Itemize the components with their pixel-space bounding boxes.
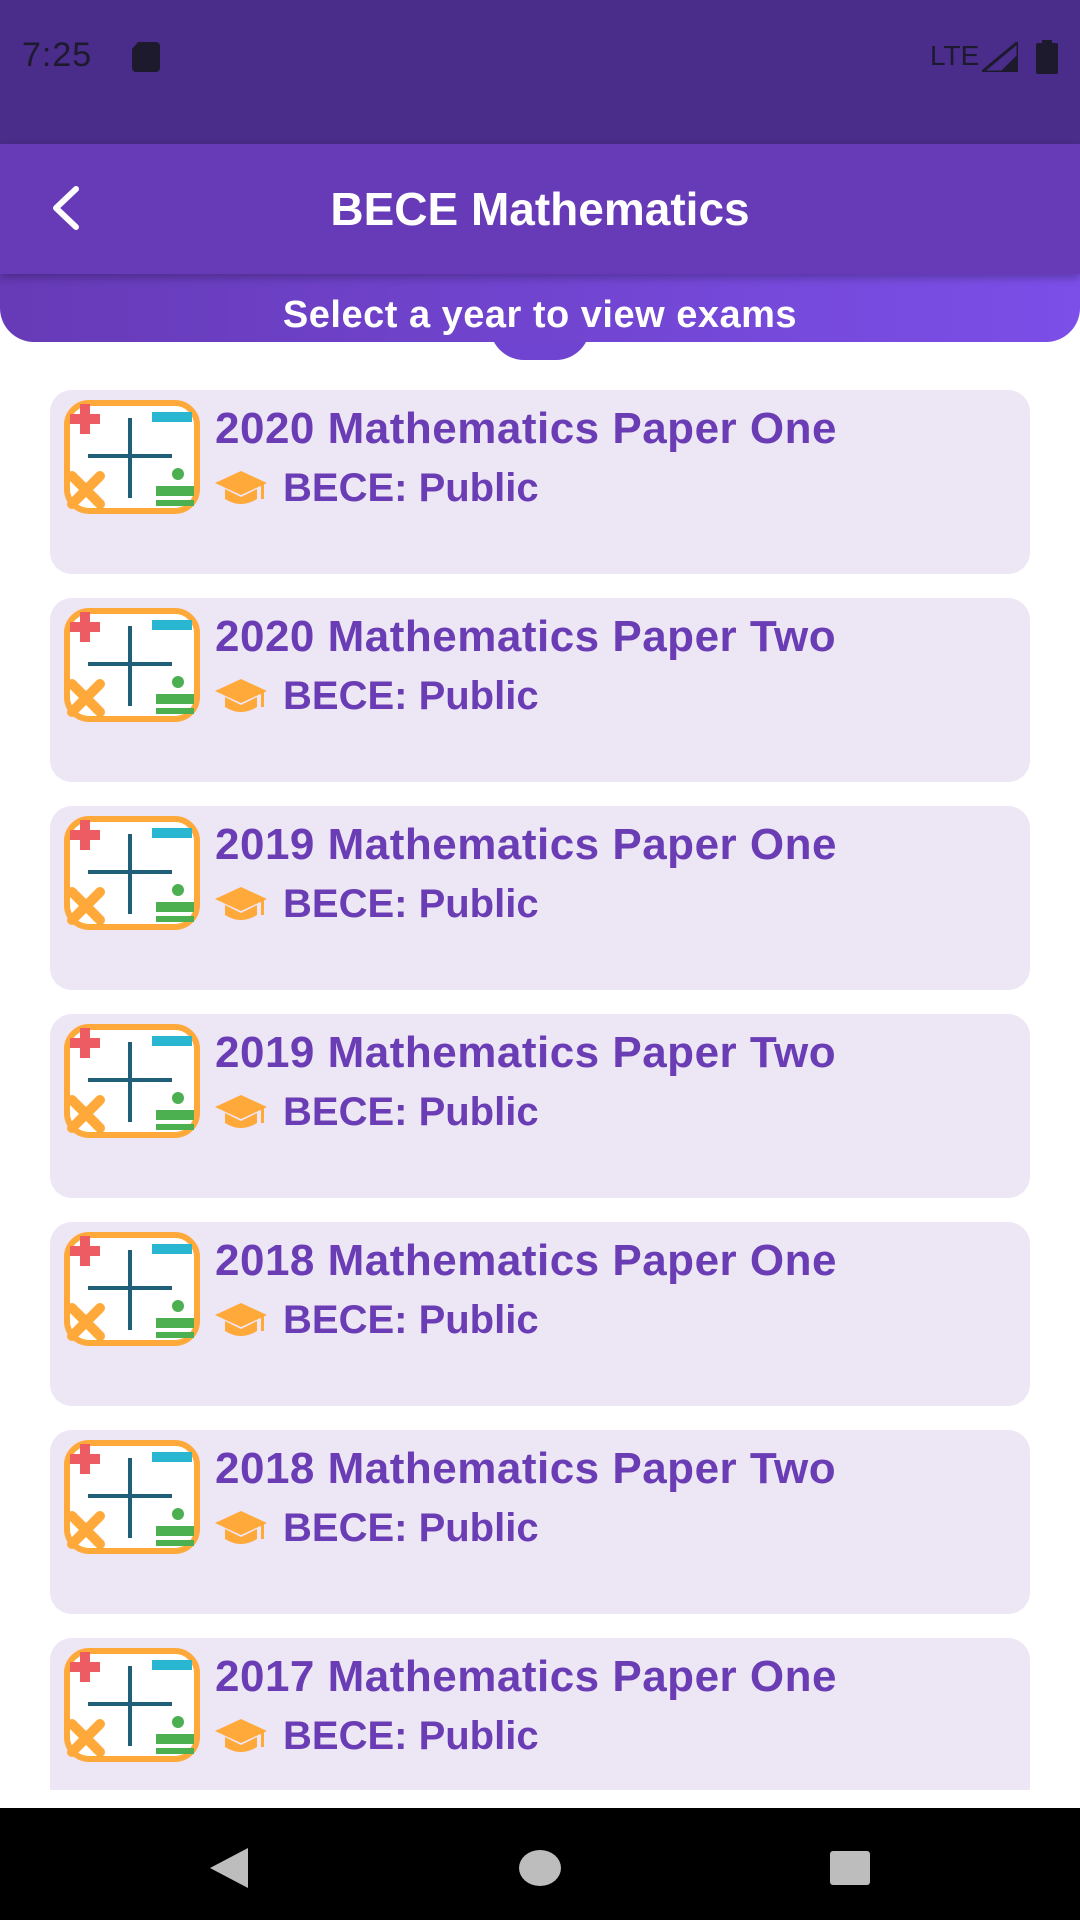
exam-title: 2017 Mathematics Paper One [215,1652,837,1701]
exam-category: BECE: Public [215,1506,539,1551]
nav-recents-icon[interactable] [820,1838,880,1898]
graduation-cap-icon [215,678,267,712]
signal-icon [982,42,1018,72]
graduation-cap-icon [215,470,267,504]
exam-category: BECE: Public [215,466,539,511]
exam-category-label: BECE: Public [283,466,539,510]
exam-card[interactable]: 2019 Mathematics Paper Two BECE: Public [50,1014,1030,1198]
exam-category: BECE: Public [215,1298,539,1343]
graduation-cap-icon [215,886,267,920]
exam-category-label: BECE: Public [283,674,539,718]
status-time: 7:25 [22,36,93,74]
exam-card[interactable]: 2018 Mathematics Paper One BECE: Public [50,1222,1030,1406]
subtitle-banner: Select a year to view exams [0,270,1080,342]
exam-title: 2019 Mathematics Paper Two [215,1028,837,1077]
math-symbols-icon [64,1232,200,1346]
page-title: BECE Mathematics [330,183,750,235]
exam-category: BECE: Public [215,1714,539,1759]
exam-title: 2019 Mathematics Paper One [215,820,837,869]
app-bar: BECE Mathematics [0,144,1080,274]
exam-category-label: BECE: Public [283,882,539,926]
exam-category: BECE: Public [215,882,539,927]
exam-card[interactable]: 2020 Mathematics Paper One BECE: Public [50,390,1030,574]
math-symbols-icon [64,400,200,514]
exam-category: BECE: Public [215,1090,539,1135]
graduation-cap-icon [215,1094,267,1128]
exam-category-label: BECE: Public [283,1090,539,1134]
navigation-bar [0,1808,1080,1920]
sd-card-icon [132,42,160,72]
exam-title: 2020 Mathematics Paper Two [215,612,837,661]
exam-list[interactable]: 2020 Mathematics Paper One BECE: Public [0,390,1080,1790]
math-symbols-icon [64,1648,200,1762]
exam-card[interactable]: 2018 Mathematics Paper Two BECE: Public [50,1430,1030,1614]
nav-home-icon[interactable] [510,1838,570,1898]
exam-category-label: BECE: Public [283,1506,539,1550]
exam-category-label: BECE: Public [283,1714,539,1758]
exam-title: 2020 Mathematics Paper One [215,404,837,453]
nav-back-icon[interactable] [200,1838,260,1898]
math-symbols-icon [64,1440,200,1554]
network-type: LTE [930,40,980,71]
exam-title: 2018 Mathematics Paper One [215,1236,837,1285]
math-symbols-icon [64,1024,200,1138]
exam-category-label: BECE: Public [283,1298,539,1342]
status-bar: 7:25 LTE [0,0,1080,144]
math-symbols-icon [64,608,200,722]
exam-card[interactable]: 2020 Mathematics Paper Two BECE: Public [50,598,1030,782]
math-symbols-icon [64,816,200,930]
battery-icon [1036,40,1058,74]
banner-text: Select a year to view exams [282,294,798,336]
exam-card[interactable]: 2019 Mathematics Paper One BECE: Public [50,806,1030,990]
exam-category: BECE: Public [215,674,539,719]
graduation-cap-icon [215,1718,267,1752]
exam-card[interactable]: 2017 Mathematics Paper One BECE: Public [50,1638,1030,1790]
graduation-cap-icon [215,1302,267,1336]
graduation-cap-icon [215,1510,267,1544]
exam-title: 2018 Mathematics Paper Two [215,1444,837,1493]
